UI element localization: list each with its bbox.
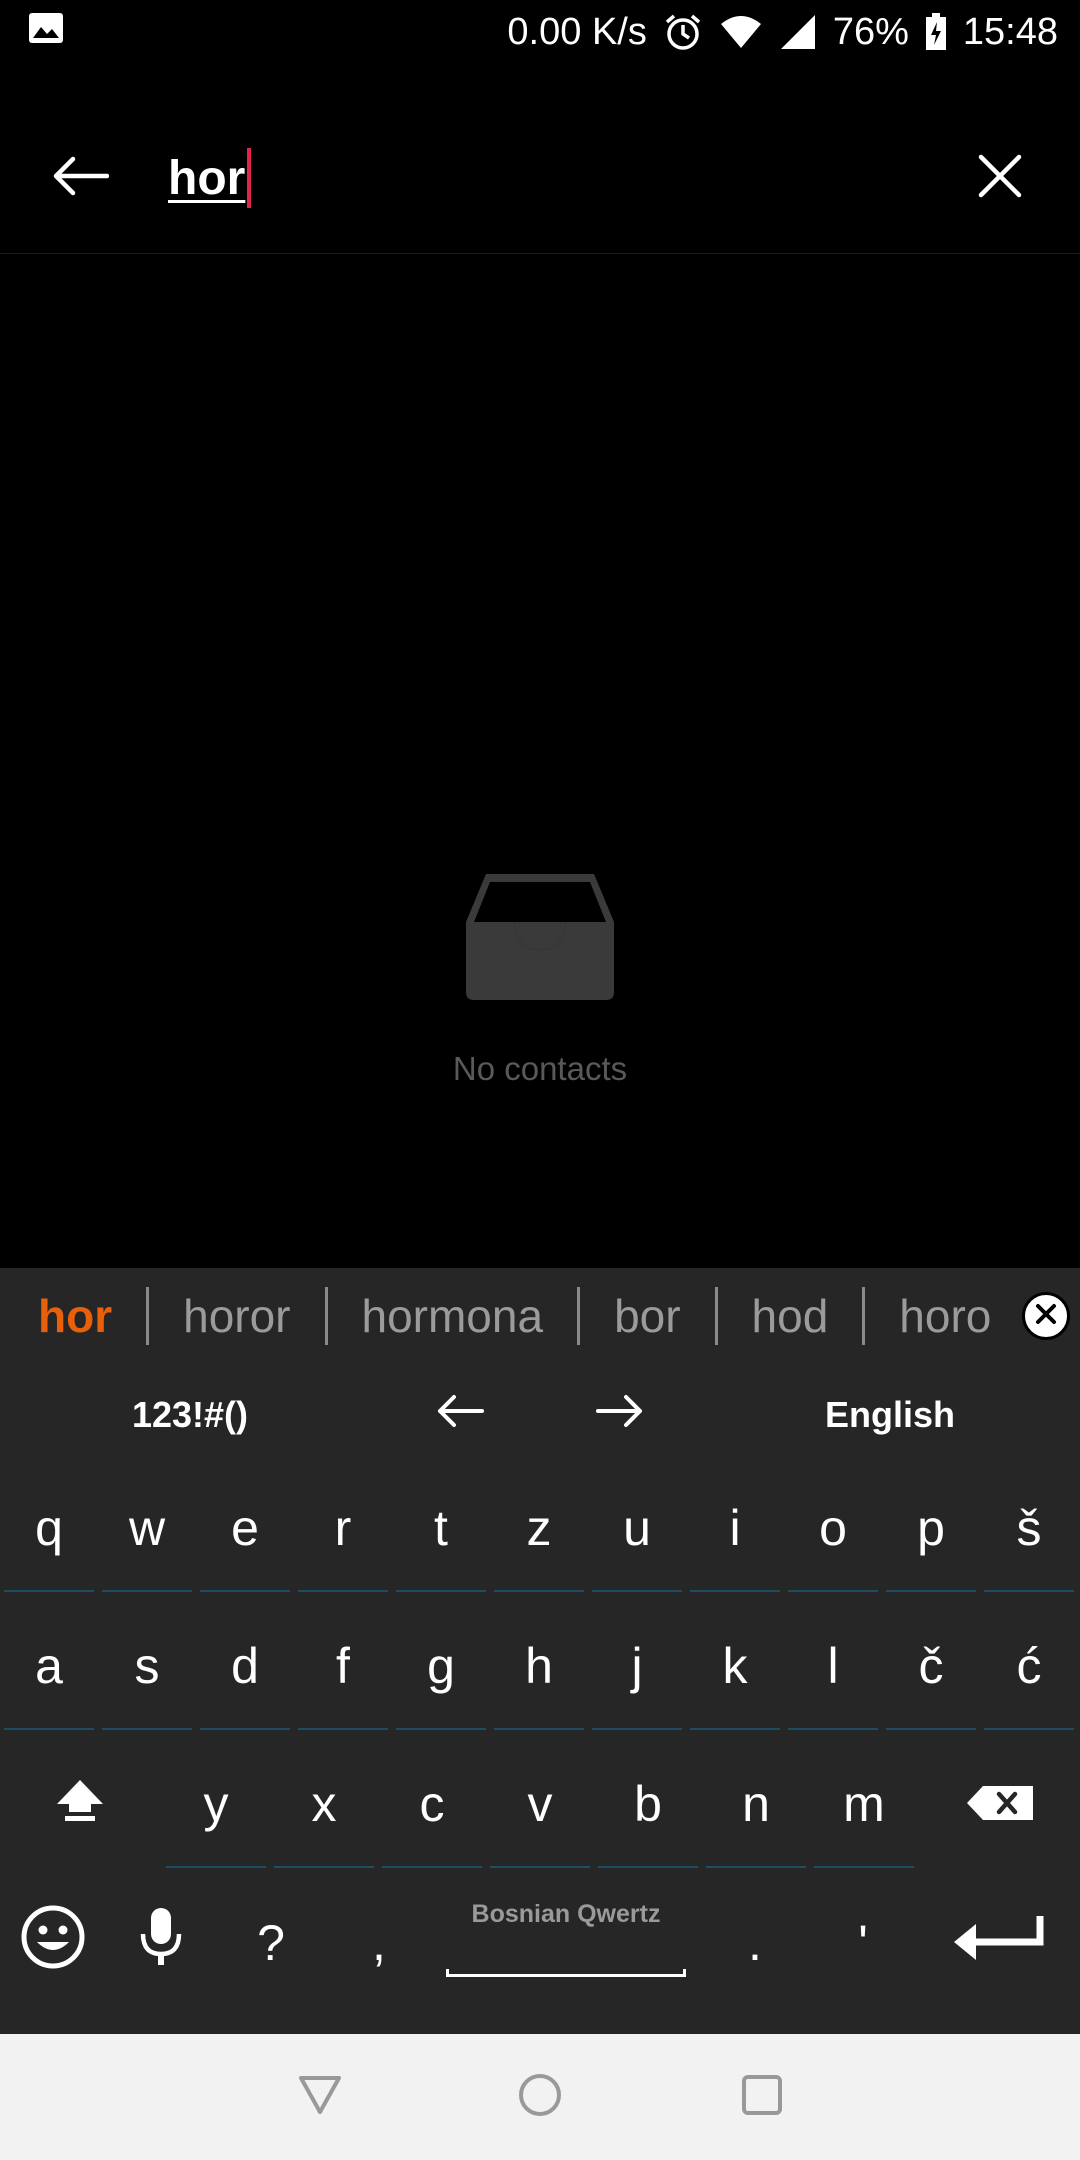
key-period[interactable]: . — [710, 1880, 800, 2006]
suggestion-item[interactable]: bor — [580, 1268, 714, 1364]
keyboard: hor horor hormona bor hod horo 123!#() E… — [0, 1268, 1080, 2034]
backspace-key[interactable] — [950, 1742, 1050, 1868]
key-w[interactable]: w — [102, 1466, 192, 1592]
key-r[interactable]: r — [298, 1466, 388, 1592]
key-x[interactable]: x — [274, 1742, 374, 1868]
key-b[interactable]: b — [598, 1742, 698, 1868]
arrow-left-icon — [436, 1394, 484, 1437]
key-p[interactable]: p — [886, 1466, 976, 1592]
suggestion-strip: hor horor hormona bor hod horo — [0, 1268, 1080, 1364]
net-speed: 0.00 K/s — [507, 10, 647, 53]
alarm-icon — [663, 12, 703, 52]
enter-key[interactable] — [944, 1880, 1054, 2006]
navigation-bar — [0, 2034, 1080, 2160]
key-k[interactable]: k — [690, 1604, 780, 1730]
key-s[interactable]: s — [102, 1604, 192, 1730]
key-n[interactable]: n — [706, 1742, 806, 1868]
back-triangle-icon — [298, 2075, 342, 2120]
nav-back-button[interactable] — [280, 2057, 360, 2137]
battery-charging-icon — [925, 13, 947, 51]
key-f[interactable]: f — [298, 1604, 388, 1730]
screen: 0.00 K/s 76% 15:48 hor No contacts hor h… — [0, 0, 1080, 2160]
key-row-1: q w e r t z u i o p š — [0, 1466, 1080, 1604]
key-s-caron[interactable]: š — [984, 1466, 1074, 1592]
suggestion-item[interactable]: hormona — [328, 1268, 578, 1364]
keyboard-toolbar: 123!#() English — [0, 1364, 1080, 1466]
microphone-key[interactable] — [116, 1880, 206, 2006]
enter-icon — [952, 1912, 1046, 1974]
arrow-right-icon — [596, 1394, 644, 1437]
close-icon — [1035, 1303, 1057, 1330]
key-h[interactable]: h — [494, 1604, 584, 1730]
key-t[interactable]: t — [396, 1466, 486, 1592]
language-button[interactable]: English — [790, 1364, 990, 1466]
empty-state-message: No contacts — [452, 1050, 628, 1087]
close-icon — [978, 154, 1022, 203]
key-row-3: y x c v b n m — [0, 1742, 1080, 1880]
space-bar-icon — [446, 1968, 686, 1977]
signal-icon — [779, 13, 817, 51]
empty-state: No contacts — [0, 870, 1080, 1088]
suggestion-item[interactable]: horo — [865, 1268, 1025, 1364]
key-row-4: ? , Bosnian Qwertz . ' — [0, 1880, 1080, 2018]
key-question[interactable]: ? — [226, 1880, 316, 2006]
key-o[interactable]: o — [788, 1466, 878, 1592]
key-a[interactable]: a — [4, 1604, 94, 1730]
key-comma[interactable]: , — [334, 1880, 424, 2006]
status-bar: 0.00 K/s 76% 15:48 — [0, 0, 1080, 64]
clear-search-button[interactable] — [960, 138, 1040, 218]
key-apostrophe[interactable]: ' — [818, 1880, 908, 2006]
home-circle-icon — [518, 2073, 562, 2122]
space-key-label: Bosnian Qwertz — [471, 1899, 661, 1928]
key-row-2: a s d f g h j k l č ć — [0, 1604, 1080, 1742]
nav-recents-button[interactable] — [722, 2057, 802, 2137]
key-i[interactable]: i — [690, 1466, 780, 1592]
suggestion-item[interactable]: horor — [149, 1268, 324, 1364]
emoji-icon — [20, 1904, 86, 1982]
arrow-left-icon — [51, 155, 110, 202]
shift-icon — [55, 1776, 105, 1834]
key-c-acute[interactable]: ć — [984, 1604, 1074, 1730]
clock: 15:48 — [962, 10, 1058, 53]
backspace-icon — [965, 1776, 1035, 1834]
key-q[interactable]: q — [4, 1466, 94, 1592]
nav-home-button[interactable] — [500, 2057, 580, 2137]
cursor-left-button[interactable] — [420, 1364, 500, 1466]
inbox-icon — [462, 870, 618, 1002]
key-j[interactable]: j — [592, 1604, 682, 1730]
shift-key[interactable] — [30, 1742, 130, 1868]
image-icon — [28, 11, 64, 54]
space-key[interactable]: Bosnian Qwertz — [440, 1880, 692, 2006]
key-g[interactable]: g — [396, 1604, 486, 1730]
suggestion-item[interactable]: hod — [718, 1268, 863, 1364]
microphone-icon — [138, 1906, 184, 1980]
wifi-icon — [719, 14, 763, 50]
key-z[interactable]: z — [494, 1466, 584, 1592]
close-suggestions-button[interactable] — [1022, 1292, 1070, 1340]
emoji-key[interactable] — [8, 1880, 98, 2006]
key-m[interactable]: m — [814, 1742, 914, 1868]
search-header: hor — [0, 100, 1080, 254]
key-c[interactable]: c — [382, 1742, 482, 1868]
back-button[interactable] — [40, 138, 120, 218]
key-l[interactable]: l — [788, 1604, 878, 1730]
key-e[interactable]: e — [200, 1466, 290, 1592]
key-d[interactable]: d — [200, 1604, 290, 1730]
key-v[interactable]: v — [490, 1742, 590, 1868]
suggestion-item[interactable]: hor — [0, 1268, 146, 1364]
key-u[interactable]: u — [592, 1466, 682, 1592]
symbols-button[interactable]: 123!#() — [90, 1364, 290, 1466]
cursor-right-button[interactable] — [580, 1364, 660, 1466]
key-c-caron[interactable]: č — [886, 1604, 976, 1730]
search-input-value: hor — [168, 151, 246, 205]
key-y[interactable]: y — [166, 1742, 266, 1868]
search-input[interactable]: hor — [168, 140, 948, 216]
text-caret — [247, 148, 252, 208]
recents-square-icon — [741, 2074, 783, 2121]
battery-level: 76% — [832, 10, 909, 53]
